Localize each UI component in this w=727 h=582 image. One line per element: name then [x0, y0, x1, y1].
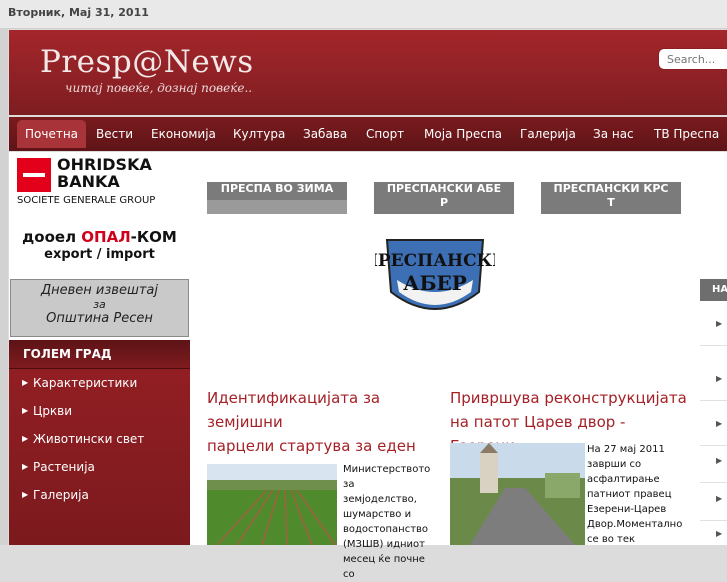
nav-item-culture[interactable]: Култура: [233, 120, 285, 148]
svg-text:ПРЕСПАНСКИ: ПРЕСПАНСКИ: [375, 251, 495, 271]
right-sidebar: НА ▶ ▶ ▶ ▶ ▶ ▶: [700, 152, 727, 545]
triangle-right-icon: ▶: [22, 434, 29, 443]
opal-kom-subtitle: export / import: [44, 247, 155, 262]
menu-item-gallery[interactable]: ▶ Галерија: [9, 481, 190, 509]
menu-item-wildlife[interactable]: ▶ Животински свет: [9, 425, 190, 453]
site-tagline: читај повеќе, дознај повеќе..: [65, 81, 253, 95]
menu-heading: ГОЛЕМ ГРАД: [9, 340, 190, 369]
nav-item-tv-prespa[interactable]: ТВ Преспа: [654, 120, 719, 148]
ohridska-banka-banner[interactable]: OHRIDSKA BANKA SOCIETE GENERALE GROUP: [9, 152, 190, 214]
menu-item-churches[interactable]: ▶ Цркви: [9, 397, 190, 425]
triangle-right-icon: ▶: [22, 490, 29, 499]
triangle-right-icon: ▶: [716, 419, 723, 428]
article-excerpt-road-reconstruction: На 27 мај 2011 заврши со асфалтирање пат…: [587, 444, 683, 545]
tab-prespa-winter[interactable]: ПРЕСПА ВО ЗИМА: [207, 182, 347, 200]
tab-prespa-aber[interactable]: ПРЕСПАНСКИ АБЕ Р: [374, 182, 514, 214]
nav-item-sport[interactable]: Спорт: [366, 120, 404, 148]
opal-kom-banner[interactable]: дооел ОПАЛ-КОМ: [9, 228, 190, 246]
right-list-item[interactable]: ▶: [700, 407, 727, 446]
main-navigation: Почетна Вести Економија Култура Забава С…: [9, 117, 727, 151]
left-edge-strip: [0, 28, 8, 545]
bank-name: OHRIDSKA BANKA: [57, 155, 152, 191]
right-list-item[interactable]: ▶: [700, 444, 727, 483]
triangle-right-icon: ▶: [716, 529, 723, 538]
article-thumbnail-road[interactable]: [450, 443, 585, 545]
triangle-right-icon: ▶: [22, 378, 29, 387]
article-thumbnail-field[interactable]: [207, 464, 337, 545]
triangle-right-icon: ▶: [22, 462, 29, 471]
triangle-right-icon: ▶: [716, 319, 723, 328]
tab-underline: [207, 200, 347, 214]
svg-text:АБЕР: АБЕР: [403, 271, 467, 295]
main-content: ПРЕСПА ВО ЗИМА ПРЕСПАНСКИ АБЕ Р ПРЕСПАНСК…: [190, 152, 700, 580]
site-logo[interactable]: Presp@News: [40, 44, 254, 80]
bank-subtitle: SOCIETE GENERALE GROUP: [17, 195, 156, 206]
nav-item-news[interactable]: Вести: [96, 120, 133, 148]
article-excerpt-land-parcels: Министерството за земјоделство, шумарств…: [343, 464, 431, 580]
nav-item-about[interactable]: За нас: [593, 120, 634, 148]
menu-item-plants[interactable]: ▶ Растенија: [9, 453, 190, 481]
menu-item-characteristics[interactable]: ▶ Карактеристики: [9, 369, 190, 397]
bank-logo-icon: [17, 158, 51, 192]
current-date: Вторник, Мај 31, 2011: [8, 6, 149, 19]
top-date-bar: Вторник, Мај 31, 2011: [0, 0, 727, 29]
right-section-heading: НА: [700, 279, 727, 301]
right-list-item[interactable]: ▶: [700, 362, 727, 401]
site-header: Presp@News читај повеќе, дознај повеќе..: [9, 30, 727, 115]
tab-prespa-cross[interactable]: ПРЕСПАНСКИ КРС Т: [541, 182, 681, 214]
prespanski-aber-logo[interactable]: ПРЕСПАНСКИ АБЕР: [375, 234, 495, 324]
triangle-right-icon: ▶: [716, 456, 723, 465]
triangle-right-icon: ▶: [716, 374, 723, 383]
nav-item-economy[interactable]: Економија: [151, 120, 216, 148]
right-list-item[interactable]: ▶: [700, 307, 727, 346]
nav-item-entertainment[interactable]: Забава: [303, 120, 347, 148]
nav-item-gallery[interactable]: Галерија: [520, 120, 576, 148]
daily-report-banner[interactable]: Дневен извештај за Општина Ресен: [10, 279, 189, 337]
nav-item-my-prespa[interactable]: Моја Преспа: [424, 120, 502, 148]
triangle-right-icon: ▶: [716, 494, 723, 503]
nav-item-home[interactable]: Почетна: [17, 120, 87, 148]
right-list-item[interactable]: ▶: [700, 517, 727, 555]
right-list-item[interactable]: ▶: [700, 482, 727, 521]
search-input[interactable]: [658, 48, 727, 70]
golem-grad-menu: ГОЛЕМ ГРАД ▶ Карактеристики ▶ Цркви ▶ Живот…: [9, 340, 190, 545]
triangle-right-icon: ▶: [22, 406, 29, 415]
left-sidebar: OHRIDSKA BANKA SOCIETE GENERALE GROUP до…: [9, 152, 190, 545]
